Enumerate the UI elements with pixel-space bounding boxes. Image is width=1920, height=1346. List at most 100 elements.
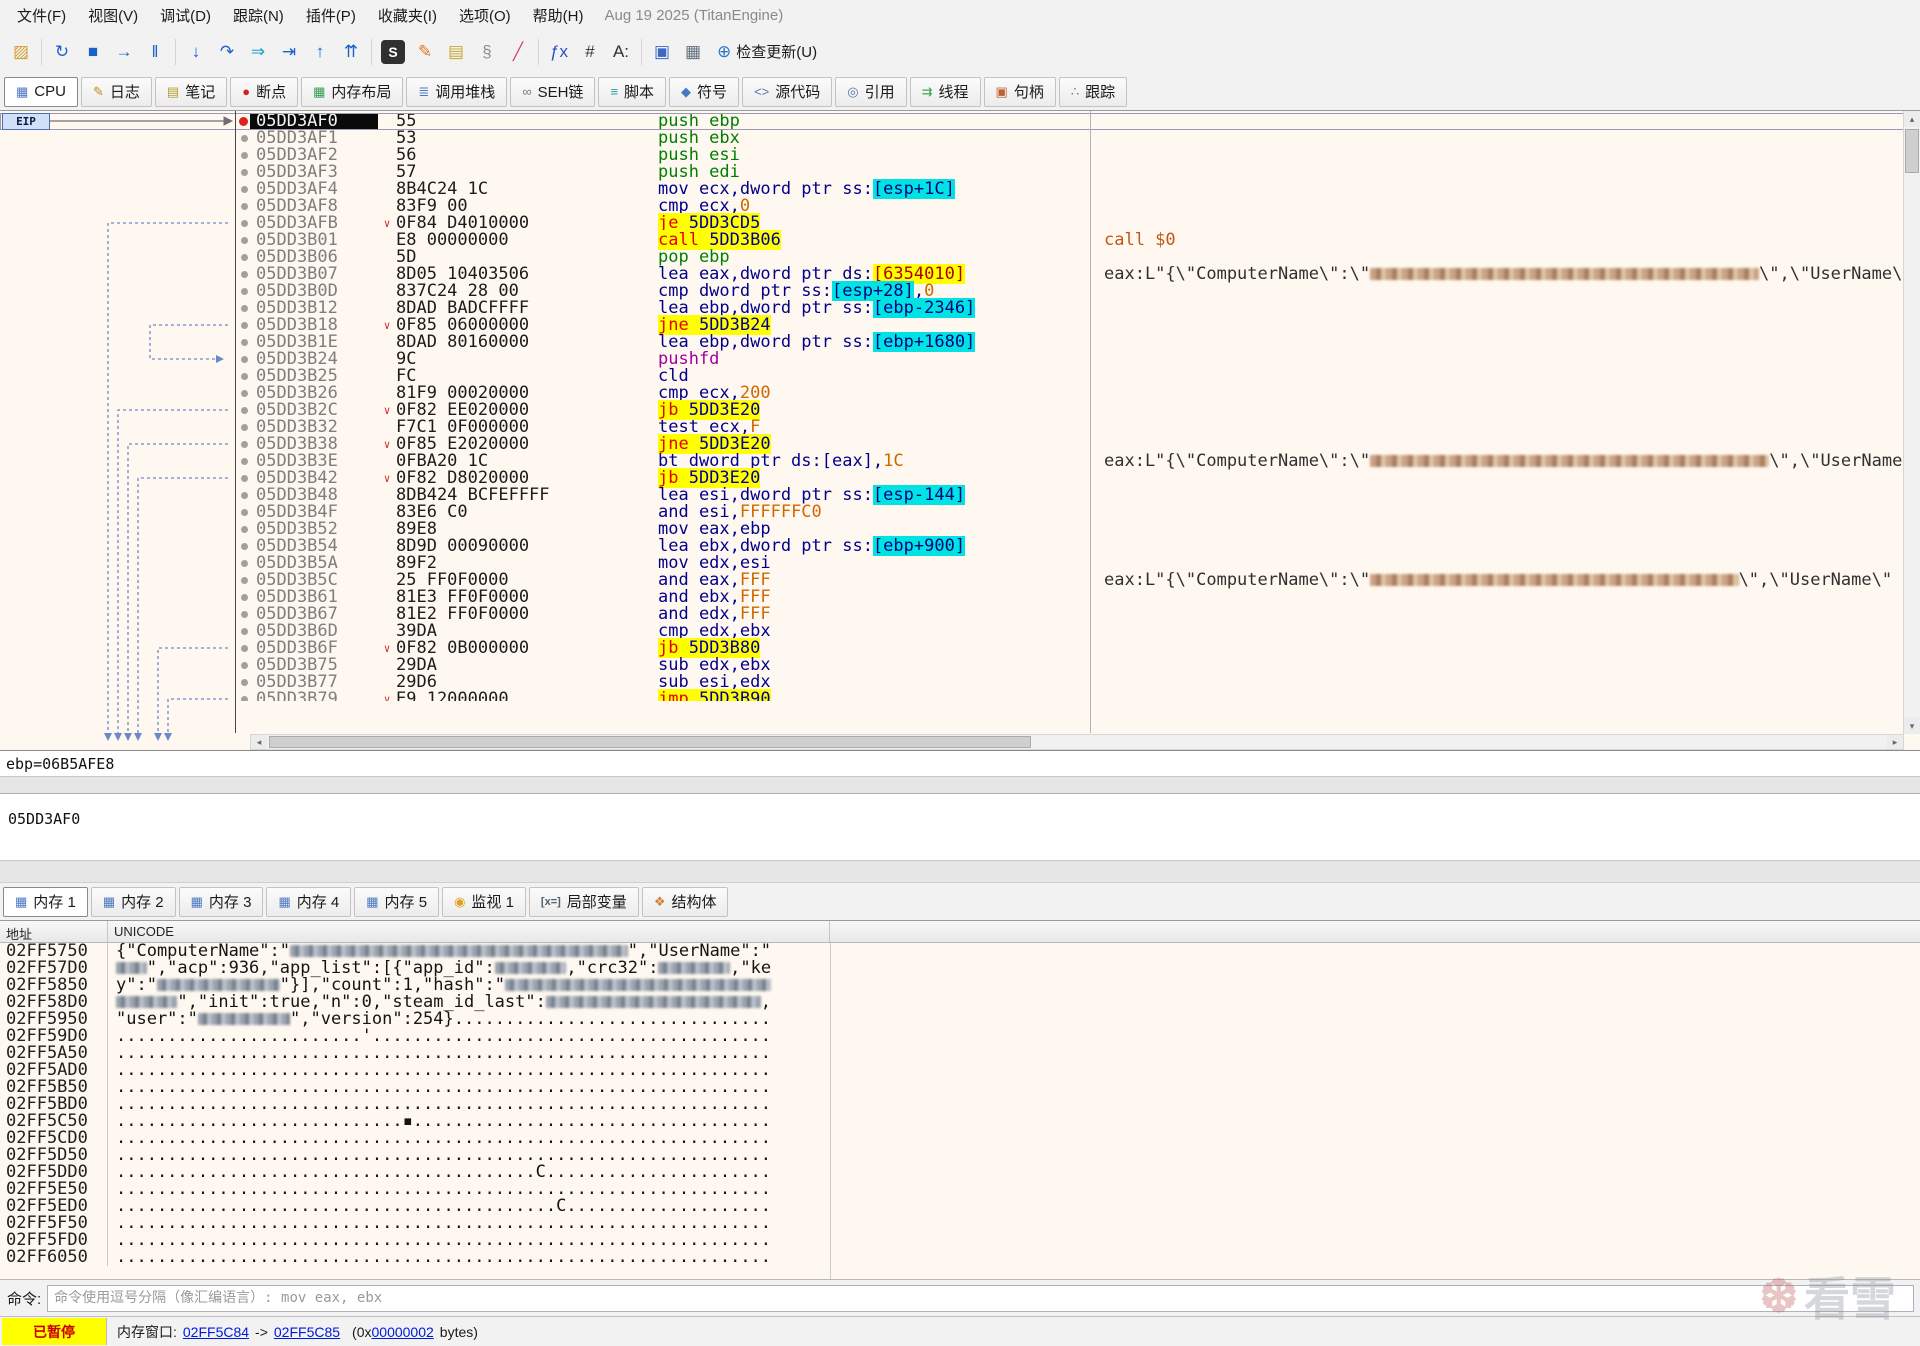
run-to-user-code-icon[interactable]: ⇈ — [336, 37, 366, 67]
dump-unicode-header[interactable]: UNICODE — [108, 921, 830, 942]
breakpoint-dot[interactable] — [241, 339, 248, 346]
breakpoint-dot[interactable] — [241, 424, 248, 431]
breakpoint-dot[interactable] — [241, 390, 248, 397]
breakpoint-dot[interactable] — [241, 628, 248, 635]
tab-memory-3[interactable]: ▦内存 3 — [179, 887, 264, 917]
scroll-left-icon[interactable]: ◂ — [251, 735, 267, 749]
disassembly-pane[interactable]: 05DD3AF055push ebp05DD3AF153push ebx05DD… — [0, 110, 1920, 750]
breakpoint-dot[interactable] — [241, 356, 248, 363]
comment-column-divider[interactable] — [1090, 111, 1091, 733]
pane-divider[interactable] — [0, 776, 1920, 793]
menu-item-debug[interactable]: 调试(D) — [149, 1, 222, 30]
script-icon[interactable]: S — [381, 40, 405, 64]
menu-item-trace[interactable]: 跟踪(N) — [222, 1, 295, 30]
breakpoint-dot[interactable] — [241, 475, 248, 482]
breakpoint-dot[interactable] — [241, 662, 248, 669]
breakpoint-dot[interactable] — [241, 645, 248, 652]
restart-icon[interactable]: ↻ — [47, 37, 77, 67]
disasm-vscrollbar[interactable]: ▴ ▾ — [1903, 111, 1920, 734]
open-file-icon[interactable]: ▨ — [6, 37, 36, 67]
tab-seh[interactable]: ∞SEH链 — [510, 77, 595, 107]
tab-call-stack[interactable]: ≣调用堆栈 — [406, 77, 507, 107]
breakpoint-dot[interactable] — [241, 543, 248, 550]
breakpoint-dot[interactable] — [241, 271, 248, 278]
breakpoint-dot[interactable] — [241, 594, 248, 601]
tab-memory-map[interactable]: ▦内存布局 — [301, 77, 403, 107]
memory-size-link[interactable]: 00000002 — [372, 1324, 434, 1340]
breakpoint-dot[interactable] — [241, 492, 248, 499]
memory-from-address-link[interactable]: 02FF5C84 — [183, 1324, 249, 1340]
font-icon[interactable]: A: — [606, 37, 636, 67]
tab-locals[interactable]: [x=]局部变量 — [529, 887, 639, 917]
calculator-icon[interactable]: ▦ — [678, 37, 708, 67]
tab-memory-2[interactable]: ▦内存 2 — [91, 887, 176, 917]
paperclip-icon[interactable]: § — [472, 37, 502, 67]
breakpoint-dot[interactable] — [241, 611, 248, 618]
fx-icon[interactable]: ƒx — [544, 37, 574, 67]
breakpoint-dot[interactable] — [241, 305, 248, 312]
breakpoint-dot[interactable] — [241, 441, 248, 448]
breakpoint-dot[interactable] — [241, 254, 248, 261]
step-into-icon[interactable]: ↓ — [181, 37, 211, 67]
hscroll-thumb[interactable] — [269, 736, 1031, 748]
menu-item-view[interactable]: 视图(V) — [77, 1, 149, 30]
vscroll-thumb[interactable] — [1905, 129, 1919, 173]
breakpoint-dot[interactable] — [241, 220, 248, 227]
tab-struct[interactable]: ❖结构体 — [642, 887, 729, 917]
tab-log[interactable]: ✎日志 — [81, 77, 152, 107]
breakpoint-dot[interactable] — [241, 509, 248, 516]
breakpoint-dot[interactable] — [241, 458, 248, 465]
tab-memory-5[interactable]: ▦内存 5 — [354, 887, 439, 917]
tab-memory-4[interactable]: ▦内存 4 — [266, 887, 351, 917]
brush-icon[interactable]: ╱ — [503, 37, 533, 67]
disasm-hscrollbar[interactable]: ◂ ▸ — [250, 734, 1904, 750]
breakpoint-dot[interactable] — [241, 679, 248, 686]
menu-item-options[interactable]: 选项(O) — [448, 1, 522, 30]
run-to-cursor-icon[interactable]: ⇥ — [274, 37, 304, 67]
run-icon[interactable]: → — [109, 37, 139, 67]
tab-notes[interactable]: ▤笔记 — [155, 77, 227, 107]
menu-item-file[interactable]: 文件(F) — [6, 1, 77, 30]
dump-address-header[interactable]: 地址 — [0, 921, 108, 942]
tab-breakpoints[interactable]: ●断点 — [230, 77, 298, 107]
breakpoint-dot[interactable] — [241, 322, 248, 329]
step-over-icon[interactable]: ↷ — [212, 37, 242, 67]
comment-icon[interactable]: ▤ — [441, 37, 471, 67]
menu-item-plugins[interactable]: 插件(P) — [295, 1, 367, 30]
breakpoint-dot[interactable] — [241, 407, 248, 414]
command-input[interactable] — [47, 1285, 1914, 1312]
menu-item-favourites[interactable]: 收藏夹(I) — [367, 1, 448, 30]
tab-memory-1[interactable]: ▦内存 1 — [3, 887, 88, 917]
breakpoint-dot[interactable] — [241, 237, 248, 244]
animate-icon[interactable]: ⇒ — [243, 37, 273, 67]
pause-icon[interactable]: ‖ — [140, 37, 170, 67]
scroll-right-icon[interactable]: ▸ — [1887, 735, 1903, 749]
dump-row[interactable]: 02FF58D0","init":true,"n":0,"steam_id_la… — [0, 994, 1920, 1011]
step-out-icon[interactable]: ↑ — [305, 37, 335, 67]
breakpoint-dot[interactable] — [241, 526, 248, 533]
menu-item-help[interactable]: 帮助(H) — [522, 1, 595, 30]
tab-watch-1[interactable]: ◉监视 1 — [442, 887, 526, 917]
breakpoint-dot[interactable] — [241, 135, 248, 142]
memory-to-address-link[interactable]: 02FF5C85 — [274, 1324, 340, 1340]
breakpoint-dot[interactable] — [241, 288, 248, 295]
pane-divider-2[interactable] — [0, 860, 1920, 882]
tab-references[interactable]: ◎引用 — [835, 77, 906, 107]
breakpoint-dot[interactable] — [241, 696, 248, 701]
breakpoint-dot[interactable] — [241, 373, 248, 380]
window-icon[interactable]: ▣ — [647, 37, 677, 67]
memory-dump-pane[interactable]: 地址 UNICODE 02FF5750{"ComputerName":"","U… — [0, 920, 1920, 1279]
check-updates-button[interactable]: ⊕ 检查更新(U) — [709, 38, 825, 65]
tab-threads[interactable]: ⇉线程 — [910, 77, 981, 107]
breakpoint-dot[interactable] — [241, 203, 248, 210]
scroll-up-icon[interactable]: ▴ — [1904, 111, 1920, 127]
hash-icon[interactable]: # — [575, 37, 605, 67]
tab-handles[interactable]: ▣句柄 — [984, 77, 1056, 107]
stop-icon[interactable]: ■ — [78, 37, 108, 67]
breakpoint-dot[interactable] — [241, 152, 248, 159]
breakpoint-dot[interactable] — [241, 577, 248, 584]
breakpoint-dot[interactable] — [241, 560, 248, 567]
disasm-row[interactable]: 05DD3B79∨E9 12000000jmp 5DD3B90 — [0, 691, 1904, 701]
scroll-down-icon[interactable]: ▾ — [1904, 718, 1920, 734]
breakpoint-dot[interactable] — [241, 186, 248, 193]
